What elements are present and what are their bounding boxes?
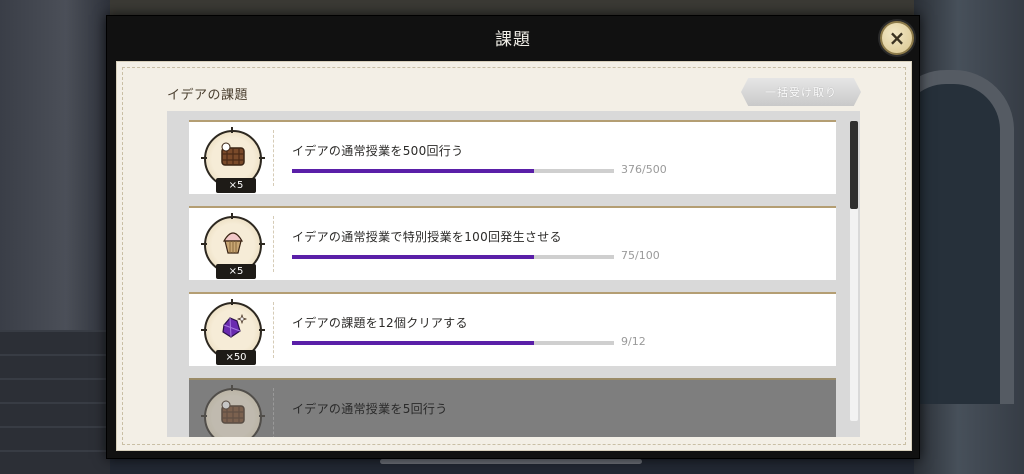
background-top-strip: [110, 0, 914, 16]
task-modal: 課題 × イデアの課題 一括受け取り ×5 イデアの通常授業を500回行う 37…: [106, 15, 920, 459]
modal-header: 課題: [107, 16, 919, 58]
waffle-icon: [221, 142, 245, 166]
row-divider: [273, 216, 274, 272]
gem-icon: [222, 313, 248, 338]
progress-count: 75/100: [621, 249, 660, 262]
task-row-claimed: イデアの通常授業を5回行う: [189, 378, 836, 437]
row-divider: [273, 302, 274, 358]
modal-title: 課題: [495, 29, 531, 50]
progress-bar: [292, 169, 614, 173]
background-left-wall: [0, 0, 110, 474]
reward-count: ×5: [216, 178, 256, 193]
task-label: イデアの課題を12個クリアする: [292, 316, 468, 330]
home-indicator: [380, 459, 642, 464]
progress-count: 9/12: [621, 335, 646, 348]
scrollbar[interactable]: [850, 121, 858, 421]
progress-bar: [292, 341, 614, 345]
reward-badge: ×5: [201, 213, 265, 279]
task-label: イデアの通常授業を500回行う: [292, 144, 464, 158]
row-divider: [273, 130, 274, 186]
progress-bar: [292, 255, 614, 259]
task-row: ×50 イデアの課題を12個クリアする 9/12: [189, 292, 836, 366]
progress-count: 376/500: [621, 163, 667, 176]
progress-fill: [292, 169, 535, 173]
progress-fill: [292, 255, 534, 259]
reward-badge: ×50: [201, 299, 265, 365]
close-button[interactable]: ×: [880, 21, 914, 55]
progress-fill: [292, 341, 534, 345]
task-row: ×5 イデアの通常授業を500回行う 376/500: [189, 120, 836, 194]
reward-badge: ×5: [201, 127, 265, 193]
scrollbar-thumb[interactable]: [850, 121, 858, 209]
task-panel: イデアの課題 一括受け取り ×5 イデアの通常授業を500回行う 376/500…: [116, 61, 912, 451]
task-list[interactable]: ×5 イデアの通常授業を500回行う 376/500 ×5 イデアの通常授業で特…: [167, 111, 860, 437]
task-label: イデアの通常授業で特別授業を100回発生させる: [292, 230, 562, 244]
reward-count: ×5: [216, 264, 256, 279]
task-row: ×5 イデアの通常授業で特別授業を100回発生させる 75/100: [189, 206, 836, 280]
waffle-icon: [221, 400, 245, 424]
claim-all-button[interactable]: 一括受け取り: [741, 78, 861, 106]
section-title: イデアの課題: [167, 88, 249, 103]
close-icon: ×: [888, 26, 906, 50]
row-divider: [273, 388, 274, 437]
task-label: イデアの通常授業を5回行う: [292, 402, 448, 416]
cupcake-icon: [222, 232, 244, 254]
reward-badge: [201, 385, 265, 437]
reward-count: ×50: [216, 350, 256, 365]
